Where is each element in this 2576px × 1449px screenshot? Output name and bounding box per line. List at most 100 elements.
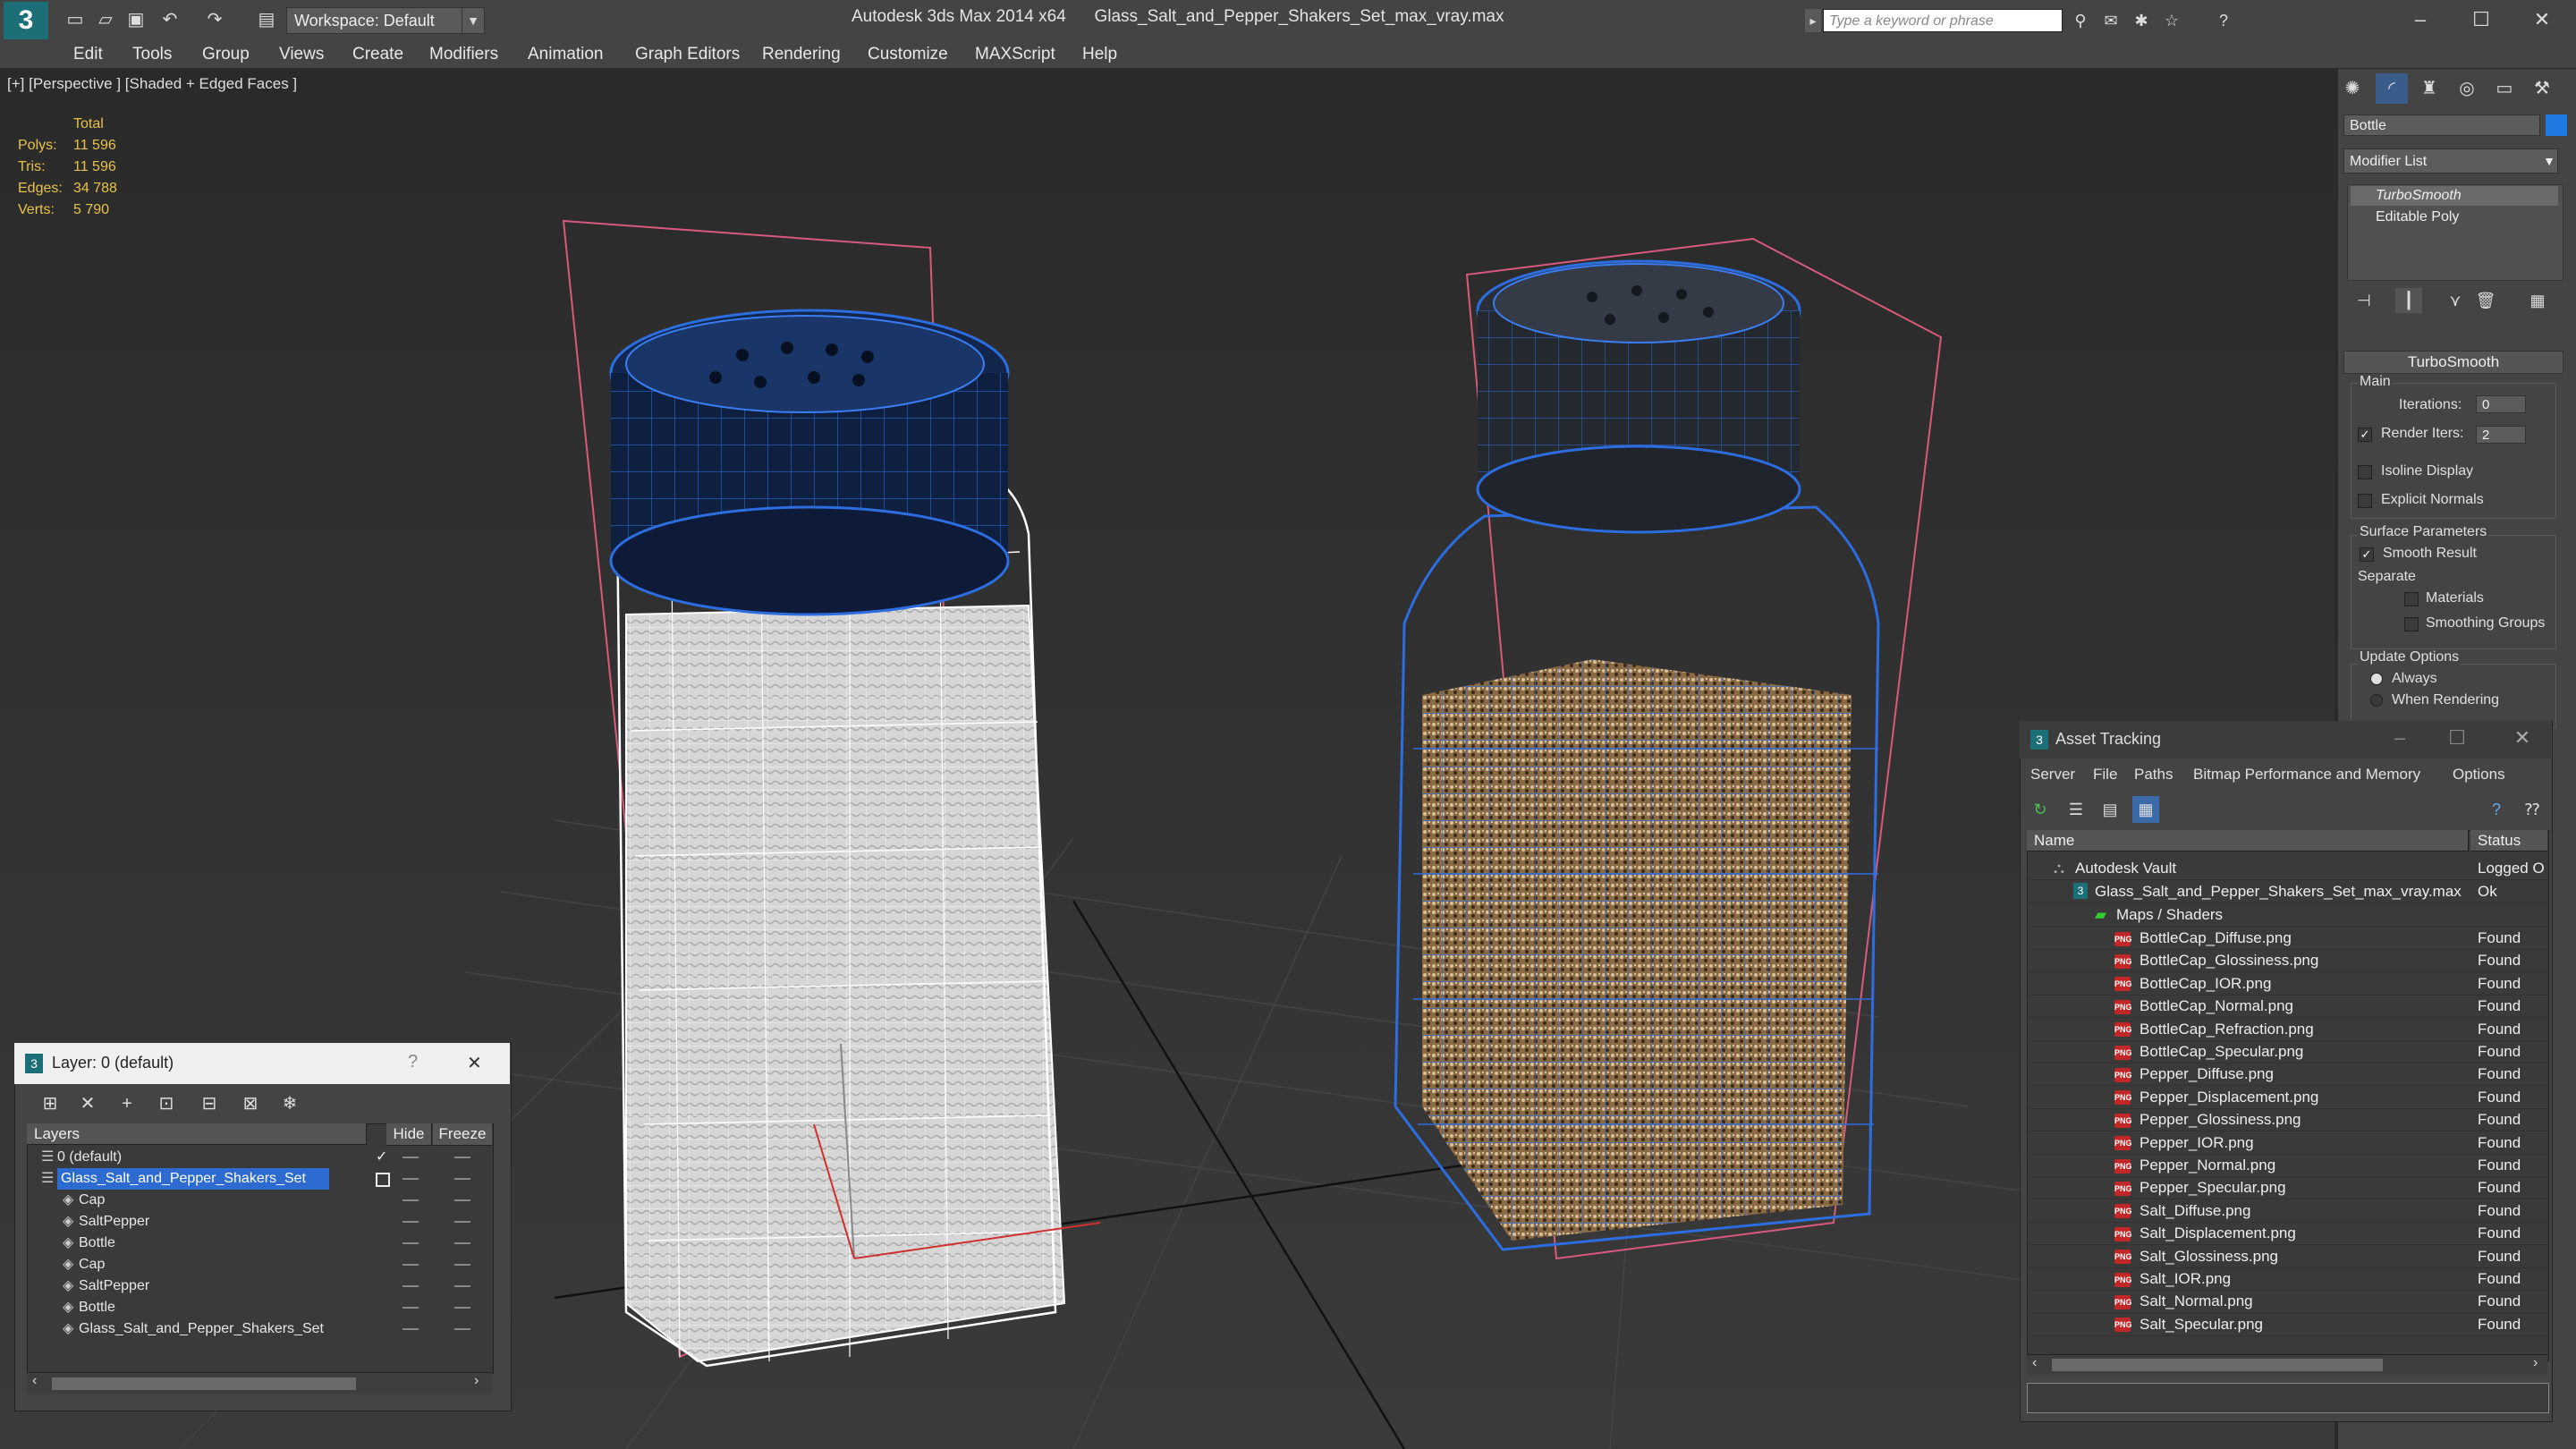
table-row[interactable]: 3 Glass_Salt_and_Pepper_Shakers_Set_max_… [2027,880,2547,903]
chevron-down-icon[interactable]: ▼ [2540,150,2558,172]
new-file-icon[interactable]: ▭ [63,7,88,32]
help-icon[interactable]: ? [408,1052,426,1072]
table-row[interactable]: PNG Salt_Normal.png Found [2027,1290,2547,1314]
close-icon[interactable]: ✕ [2504,726,2540,750]
layer-row[interactable]: ◈ Glass_Salt_and_Pepper_Shakers_Set [27,1318,492,1340]
table-row[interactable]: PNG BottleCap_Glossiness.png Found [2027,949,2547,973]
layer-row[interactable]: ◈ Bottle [27,1233,492,1254]
turbosmooth-rollout-title[interactable]: TurboSmooth [2343,351,2563,374]
table-row[interactable]: PNG Pepper_Displacement.png Found [2027,1086,2547,1109]
when-rendering-radio[interactable] [2370,694,2383,707]
table-row[interactable]: PNG Pepper_IOR.png Found [2027,1131,2547,1155]
table-row[interactable]: PNG Salt_Diffuse.png Found [2027,1199,2547,1223]
object-color-swatch[interactable] [2546,114,2567,136]
freeze-toggle[interactable] [454,1178,470,1180]
set-current-layer-box[interactable] [376,1173,390,1187]
help-icon[interactable]: ? [2483,796,2510,823]
horizontal-scrollbar[interactable]: ‹ › [2027,1354,2547,1375]
scroll-right-icon[interactable]: › [2533,1355,2538,1371]
iterations-spinner[interactable]: 0 [2476,395,2526,413]
create-tab-icon[interactable]: ✺ [2336,73,2368,104]
menu-create[interactable]: Create [352,41,403,68]
utilities-tab-icon[interactable]: ⚒ [2526,73,2558,104]
current-layer-check-icon[interactable]: ✓ [376,1147,387,1168]
layer-row-selected[interactable]: ☰ Glass_Salt_and_Pepper_Shakers_Set [27,1168,492,1190]
table-row[interactable]: PNG Pepper_Normal.png Found [2027,1154,2547,1177]
show-end-result-icon[interactable]: ┃ [2395,288,2422,313]
freeze-toggle[interactable] [454,1264,470,1266]
table-row[interactable]: PNG Pepper_Glossiness.png Found [2027,1108,2547,1132]
save-icon[interactable]: ▣ [123,7,148,32]
configure-sets-icon[interactable]: ▦ [2524,288,2551,313]
smooth-result-checkbox[interactable]: ✓ [2360,547,2374,562]
maximize-icon[interactable]: ☐ [2444,726,2470,750]
thumbnail-view-icon[interactable]: ▤ [2097,796,2123,823]
minimize-icon[interactable]: – [2386,726,2413,750]
column-header-status[interactable]: Status [2470,830,2547,852]
asset-menu-bitmap-performance[interactable]: Bitmap Performance and Memory [2193,766,2420,784]
undo-icon[interactable]: ↶ [157,7,182,32]
table-row[interactable]: PNG BottleCap_IOR.png Found [2027,972,2547,996]
menu-edit[interactable]: Edit [73,41,103,68]
table-row[interactable]: PNG BottleCap_Specular.png Found [2027,1040,2547,1063]
smoothing-groups-checkbox[interactable] [2404,617,2419,631]
close-icon[interactable]: ✕ [2515,4,2569,36]
scroll-left-icon[interactable]: ‹ [32,1373,37,1389]
menu-group[interactable]: Group [202,41,250,68]
layer-row[interactable]: ◈ Cap [27,1190,492,1211]
menu-graph-editors[interactable]: Graph Editors [635,41,740,68]
open-file-icon[interactable]: ▱ [93,7,118,32]
asset-menu-options[interactable]: Options [2453,766,2505,784]
refresh-icon[interactable]: ↻ [2027,796,2054,823]
always-radio[interactable] [2370,673,2383,685]
workspace-dropdown[interactable]: Workspace: Default [286,7,465,34]
column-header-freeze[interactable]: Freeze [433,1123,492,1146]
freeze-toggle[interactable] [454,1307,470,1309]
layer-row[interactable]: ◈ Cap [27,1254,492,1275]
modify-tab-icon[interactable]: ◜ [2376,73,2408,104]
layer-row[interactable]: ◈ SaltPepper [27,1211,492,1233]
display-tab-icon[interactable]: ▭ [2488,73,2521,104]
layer-row[interactable]: ☰ 0 (default) ✓ [27,1147,492,1168]
context-help-icon[interactable]: ⁇ [2519,796,2546,823]
column-header-name[interactable]: Name [2027,830,2469,852]
freeze-toggle[interactable] [454,1221,470,1223]
new-layer-icon[interactable]: ⊞ [34,1089,66,1118]
table-row[interactable]: PNG BottleCap_Refraction.png Found [2027,1018,2547,1041]
stack-item-editable-poly[interactable]: Editable Poly [2351,208,2558,227]
search-expand-icon[interactable]: ▸ [1805,9,1821,32]
binoculars-icon[interactable]: ⚲ [2068,9,2093,32]
table-row[interactable]: PNG Pepper_Diffuse.png Found [2027,1063,2547,1087]
stack-item-turbosmooth[interactable]: TurboSmooth [2351,186,2558,206]
freeze-all-layers-icon[interactable]: ❄ [274,1089,306,1118]
project-folder-icon[interactable]: ▤ [254,7,279,32]
menu-tools[interactable]: Tools [132,41,172,68]
highlight-selected-icon[interactable]: ⊟ [193,1089,225,1118]
hide-toggle[interactable] [402,1264,419,1266]
make-unique-icon[interactable]: ⋎ [2442,288,2469,313]
hide-toggle[interactable] [402,1157,419,1158]
column-header-layers[interactable]: Layers [27,1123,367,1145]
remove-modifier-icon[interactable]: 🗑 [2472,288,2499,313]
chevron-down-icon[interactable]: ▼ [462,7,485,34]
app-logo-icon[interactable]: 3 [4,2,48,39]
freeze-toggle[interactable] [454,1285,470,1287]
scrollbar-thumb[interactable] [2052,1359,2383,1371]
menu-customize[interactable]: Customize [868,41,948,68]
add-to-layer-icon[interactable]: + [111,1089,143,1118]
pin-stack-icon[interactable]: ⊣ [2351,288,2377,313]
materials-checkbox[interactable] [2404,592,2419,606]
horizontal-scrollbar[interactable]: ‹ › [27,1372,492,1394]
asset-menu-file[interactable]: File [2093,766,2117,784]
asset-menu-server[interactable]: Server [2030,766,2075,784]
freeze-toggle[interactable] [454,1199,470,1201]
freeze-toggle[interactable] [454,1242,470,1244]
scroll-left-icon[interactable]: ‹ [2032,1355,2037,1371]
viewport-label[interactable]: [+] [Perspective ] [Shaded + Edged Faces… [7,75,297,93]
redo-icon[interactable]: ↷ [202,7,227,32]
table-row[interactable]: ⛬ Autodesk Vault Logged O [2027,857,2547,880]
table-view-icon[interactable]: ▦ [2132,796,2159,823]
hide-toggle[interactable] [402,1221,419,1223]
table-row[interactable]: PNG Salt_IOR.png Found [2027,1267,2547,1291]
close-icon[interactable]: ✕ [467,1052,488,1074]
